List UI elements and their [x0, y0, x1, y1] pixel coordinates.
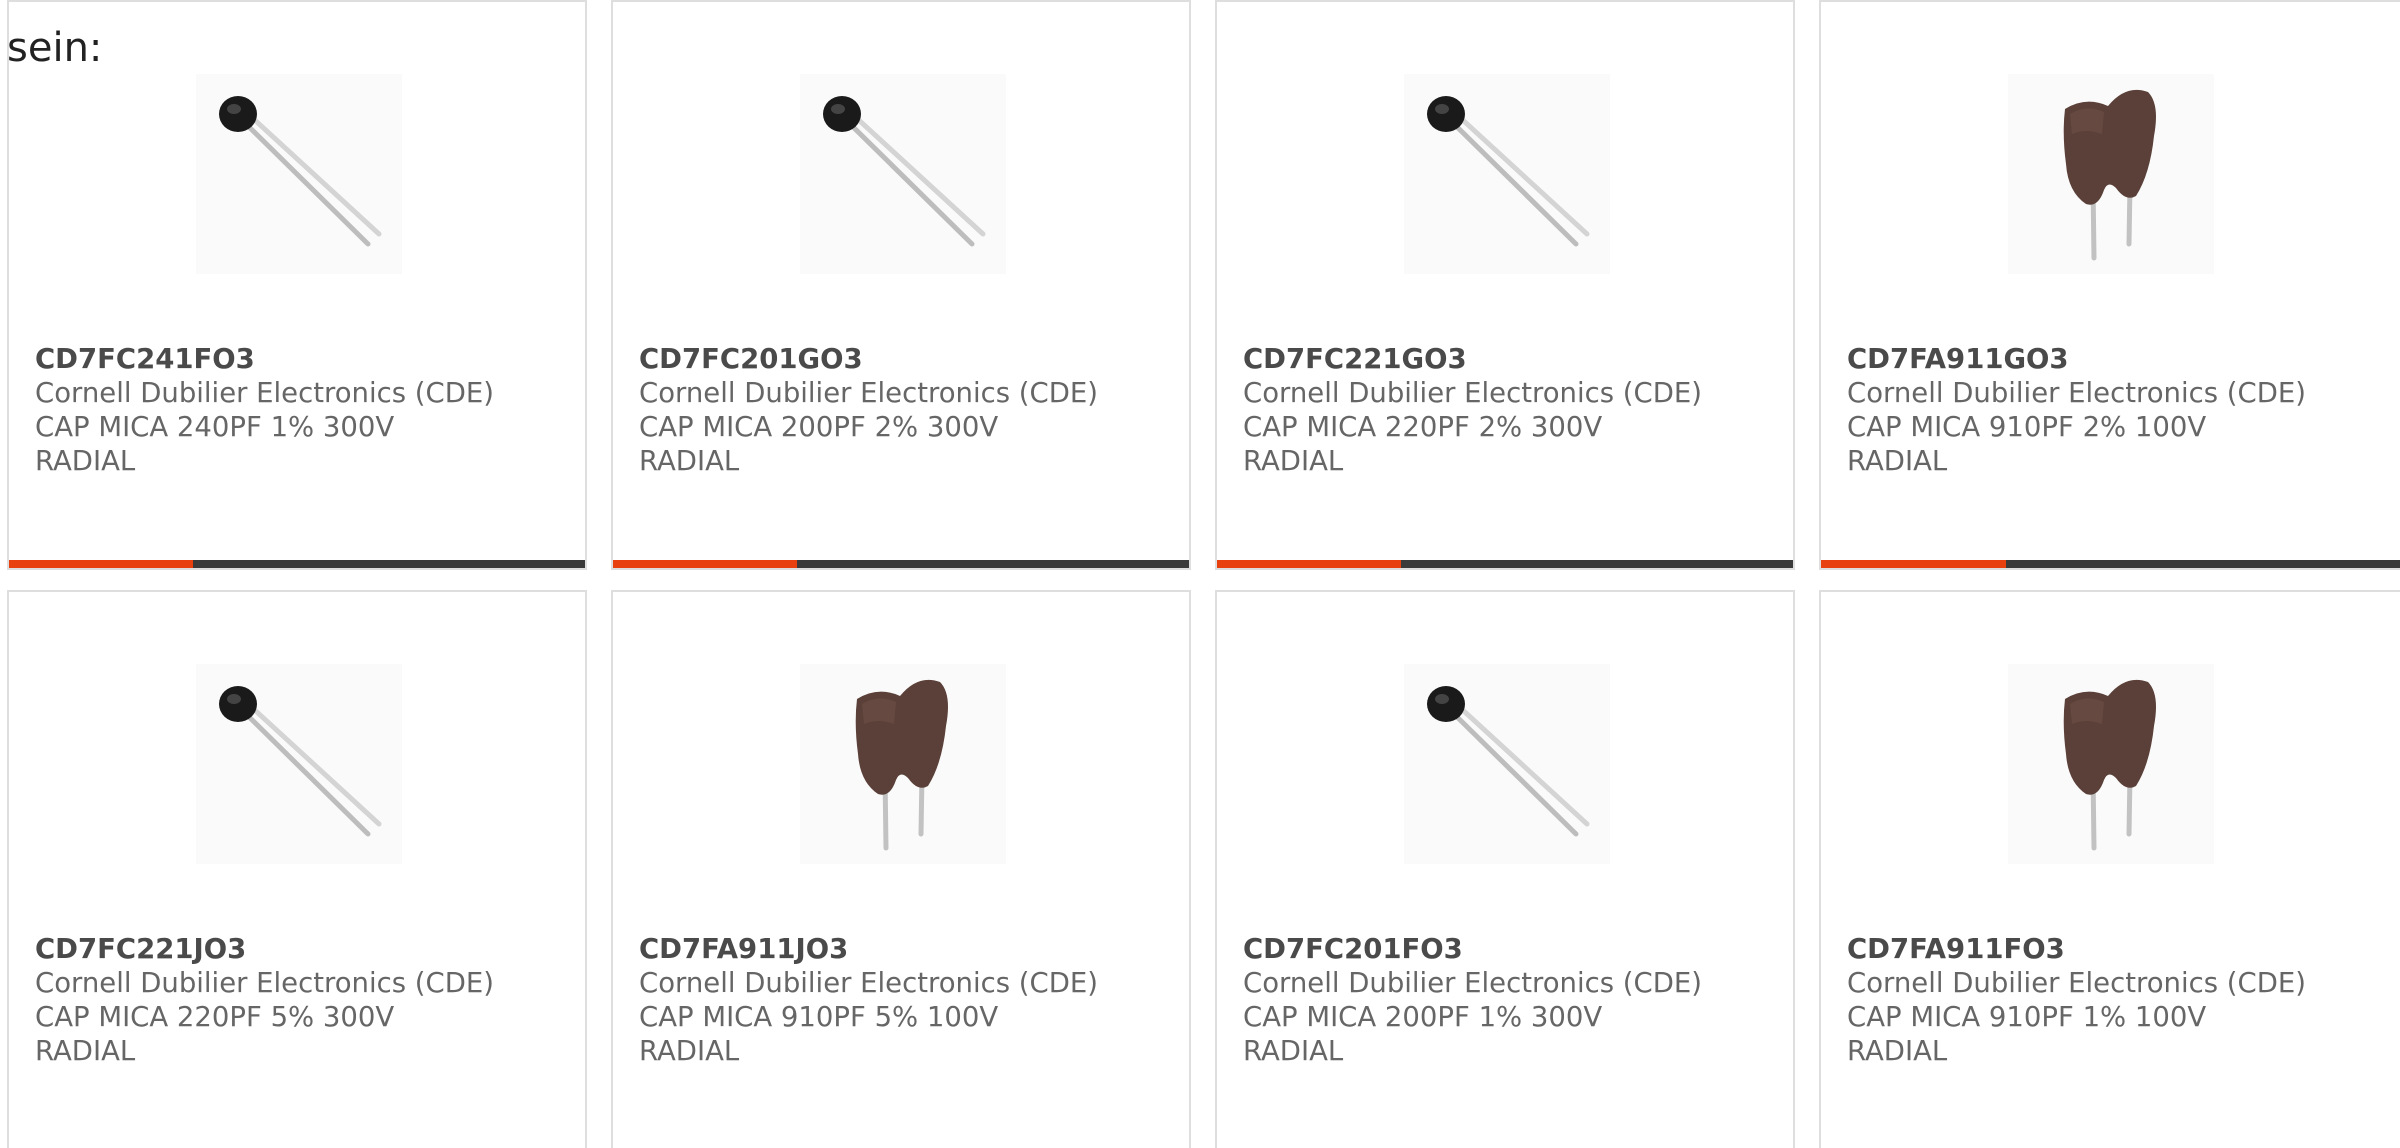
part-number-link[interactable]: CD7FA911GO3: [1847, 342, 2387, 376]
product-description: CAP MICA 910PF 2% 100V: [1847, 411, 2207, 443]
product-description: CAP MICA 220PF 5% 300V: [35, 1001, 395, 1033]
disc-capacitor-icon: [219, 96, 382, 247]
disc-capacitor-icon: [1427, 96, 1590, 247]
product-info: CD7FC241FO3 Cornell Dubilier Electronics…: [35, 342, 575, 478]
product-image[interactable]: [1404, 74, 1610, 274]
part-number-link[interactable]: CD7FA911JO3: [639, 932, 1179, 966]
manufacturer-name: Cornell Dubilier Electronics (CDE): [639, 967, 1099, 999]
part-number-link[interactable]: CD7FC221GO3: [1243, 342, 1783, 376]
part-number-link[interactable]: CD7FC241FO3: [35, 342, 575, 376]
product-image[interactable]: [196, 74, 402, 274]
product-description: CAP MICA 220PF 2% 300V: [1243, 411, 1603, 443]
product-card[interactable]: CD7FA911JO3 Cornell Dubilier Electronics…: [611, 590, 1191, 1148]
product-info: CD7FC221GO3 Cornell Dubilier Electronics…: [1243, 342, 1783, 478]
manufacturer-name: Cornell Dubilier Electronics (CDE): [639, 377, 1099, 409]
disc-capacitor-icon: [1427, 686, 1590, 837]
indicator-fill: [1217, 560, 1402, 568]
product-info: CD7FA911JO3 Cornell Dubilier Electronics…: [639, 932, 1179, 1068]
product-grid-page: sein: CD7FC241FO3 Cornell Dubilier Elect…: [0, 0, 2400, 1148]
indicator-fill: [613, 560, 798, 568]
product-description: CAP MICA 200PF 2% 300V: [639, 411, 999, 443]
indicator-fill: [9, 560, 194, 568]
product-card[interactable]: CD7FC241FO3 Cornell Dubilier Electronics…: [7, 0, 587, 570]
manufacturer-name: Cornell Dubilier Electronics (CDE): [35, 967, 495, 999]
product-info: CD7FA911FO3 Cornell Dubilier Electronics…: [1847, 932, 2387, 1068]
product-image[interactable]: [1404, 664, 1610, 864]
part-number-link[interactable]: CD7FC201FO3: [1243, 932, 1783, 966]
product-package: RADIAL: [35, 1035, 136, 1067]
product-description: CAP MICA 910PF 1% 100V: [1847, 1001, 2207, 1033]
product-image[interactable]: [196, 664, 402, 864]
intro-text: sein:: [7, 25, 103, 71]
dipped-capacitor-icon: [855, 679, 948, 851]
disc-capacitor-icon: [823, 96, 986, 247]
product-package: RADIAL: [35, 445, 136, 477]
manufacturer-name: Cornell Dubilier Electronics (CDE): [35, 377, 495, 409]
product-package: RADIAL: [1847, 445, 1948, 477]
disc-capacitor-icon: [219, 686, 382, 837]
product-info: CD7FC221JO3 Cornell Dubilier Electronics…: [35, 932, 575, 1068]
product-image[interactable]: [2008, 74, 2214, 274]
indicator-fill: [1821, 560, 2007, 568]
product-card[interactable]: CD7FC221JO3 Cornell Dubilier Electronics…: [7, 590, 587, 1148]
part-number-link[interactable]: CD7FC201GO3: [639, 342, 1179, 376]
product-card[interactable]: CD7FA911GO3 Cornell Dubilier Electronics…: [1819, 0, 2400, 570]
product-package: RADIAL: [1243, 445, 1344, 477]
product-image[interactable]: [800, 664, 1006, 864]
manufacturer-name: Cornell Dubilier Electronics (CDE): [1243, 967, 1703, 999]
product-description: CAP MICA 240PF 1% 300V: [35, 411, 395, 443]
product-package: RADIAL: [639, 445, 740, 477]
product-info: CD7FA911GO3 Cornell Dubilier Electronics…: [1847, 342, 2387, 478]
product-card[interactable]: CD7FC221GO3 Cornell Dubilier Electronics…: [1215, 0, 1795, 570]
product-description: CAP MICA 910PF 5% 100V: [639, 1001, 999, 1033]
product-description: CAP MICA 200PF 1% 300V: [1243, 1001, 1603, 1033]
product-card[interactable]: CD7FC201FO3 Cornell Dubilier Electronics…: [1215, 590, 1795, 1148]
product-card[interactable]: CD7FC201GO3 Cornell Dubilier Electronics…: [611, 0, 1191, 570]
product-info: CD7FC201FO3 Cornell Dubilier Electronics…: [1243, 932, 1783, 1068]
product-image[interactable]: [800, 74, 1006, 274]
product-package: RADIAL: [1243, 1035, 1344, 1067]
product-image[interactable]: [2008, 664, 2214, 864]
card-indicator-bar: [613, 560, 1189, 568]
dipped-capacitor-icon: [2063, 89, 2156, 261]
manufacturer-name: Cornell Dubilier Electronics (CDE): [1847, 377, 2307, 409]
manufacturer-name: Cornell Dubilier Electronics (CDE): [1243, 377, 1703, 409]
dipped-capacitor-icon: [2063, 679, 2156, 851]
part-number-link[interactable]: CD7FC221JO3: [35, 932, 575, 966]
product-package: RADIAL: [1847, 1035, 1948, 1067]
product-info: CD7FC201GO3 Cornell Dubilier Electronics…: [639, 342, 1179, 478]
card-indicator-bar: [9, 560, 585, 568]
product-card[interactable]: CD7FA911FO3 Cornell Dubilier Electronics…: [1819, 590, 2400, 1148]
card-indicator-bar: [1821, 560, 2400, 568]
part-number-link[interactable]: CD7FA911FO3: [1847, 932, 2387, 966]
card-indicator-bar: [1217, 560, 1793, 568]
manufacturer-name: Cornell Dubilier Electronics (CDE): [1847, 967, 2307, 999]
product-package: RADIAL: [639, 1035, 740, 1067]
